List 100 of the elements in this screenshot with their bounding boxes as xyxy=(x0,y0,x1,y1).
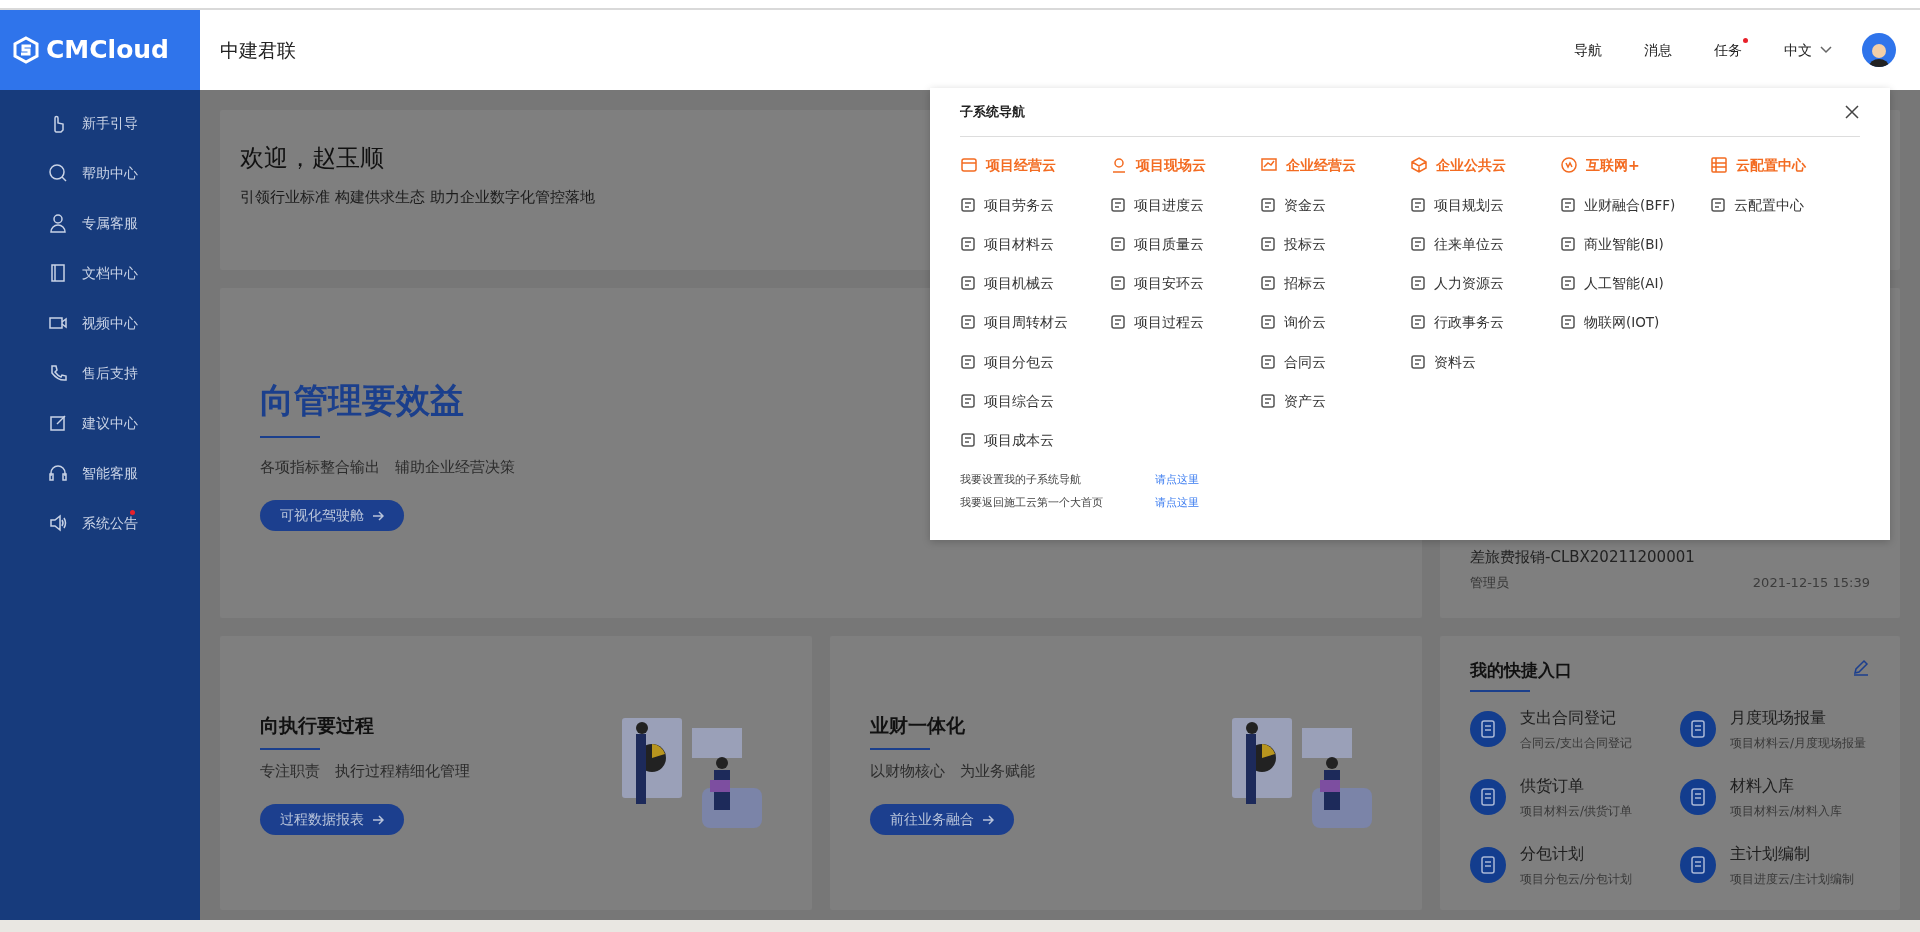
language-dropdown[interactable]: 中文 xyxy=(1784,39,1832,61)
document-icon xyxy=(1470,846,1506,883)
group-title: 企业经营云 xyxy=(1260,154,1410,176)
header-link[interactable]: 任务 xyxy=(1714,39,1742,61)
close-button[interactable] xyxy=(1844,103,1860,120)
subsystem-link[interactable]: 项目成本云 xyxy=(960,430,1110,451)
headset-icon xyxy=(48,463,68,483)
shortcut-path: 项目进度云/主计划编制 xyxy=(1730,870,1855,888)
sidebar-item[interactable]: 系统公告 xyxy=(0,498,200,548)
group-title: 项目经营云 xyxy=(960,154,1110,176)
subsystem-link[interactable]: 项目规划云 xyxy=(1410,194,1560,215)
subsystem-link[interactable]: 云配置中心 xyxy=(1710,194,1860,215)
record-time: 2021-12-15 15:39 xyxy=(1752,573,1870,592)
app-icon xyxy=(1260,235,1276,252)
subsystem-link[interactable]: 资料云 xyxy=(1410,351,1560,372)
sidebar-item[interactable]: 专属客服 xyxy=(0,198,200,248)
shortcut-item[interactable]: 支出合同登记 合同云/支出合同登记 xyxy=(1470,705,1660,752)
subsystem-link[interactable]: 商业智能(BI) xyxy=(1560,233,1710,254)
subsystem-link[interactable]: 合同云 xyxy=(1260,351,1410,372)
app-icon xyxy=(1260,196,1276,213)
cockpit-button[interactable]: 可视化驾驶舱 xyxy=(260,500,404,532)
action-button[interactable]: 前往业务融合 xyxy=(870,804,1014,835)
sidebar-item[interactable]: 帮助中心 xyxy=(0,148,200,198)
shortcut-path: 项目材料云/供货订单 xyxy=(1520,802,1633,820)
subsystem-link[interactable]: 项目进度云 xyxy=(1110,194,1260,215)
subsystem-link[interactable]: 项目分包云 xyxy=(960,351,1110,372)
edit-icon xyxy=(48,413,68,433)
app-icon xyxy=(1560,196,1576,213)
person-icon xyxy=(48,213,68,233)
header-link[interactable]: 导航 xyxy=(1574,39,1602,61)
document-icon xyxy=(1470,710,1506,747)
subsystem-link[interactable]: 投标云 xyxy=(1260,233,1410,254)
notebook-icon xyxy=(48,263,68,283)
sidebar-item[interactable]: 新手引导 xyxy=(0,98,200,148)
sidebar-item[interactable]: 建议中心 xyxy=(0,398,200,448)
edit-icon[interactable] xyxy=(1852,658,1870,676)
app-icon xyxy=(960,275,976,292)
shortcut-item[interactable]: 月度现场报量 项目材料云/月度现场报量 xyxy=(1680,705,1870,752)
subsystem-link[interactable]: 人力资源云 xyxy=(1410,273,1560,294)
subsystem-link[interactable]: 项目劳务云 xyxy=(960,194,1110,215)
subsystem-link[interactable]: 业财融合(BFF) xyxy=(1560,194,1710,215)
card-subtitle: 专注职责 执行过程精细化管理 xyxy=(260,760,470,782)
shortcut-title: 供货订单 xyxy=(1520,774,1585,797)
chart-icon xyxy=(1260,156,1278,174)
logo-text: CMCloud xyxy=(46,34,169,67)
subsystem-link[interactable]: 项目周转材云 xyxy=(960,312,1110,333)
app-icon xyxy=(960,353,976,370)
app-title: 中建君联 xyxy=(220,37,296,63)
subsystem-link[interactable]: 物联网(IOT) xyxy=(1560,312,1710,333)
sidebar-item[interactable]: 智能客服 xyxy=(0,448,200,498)
avatar[interactable] xyxy=(1862,33,1896,67)
app-icon xyxy=(1110,235,1126,252)
speaker-icon xyxy=(48,513,68,533)
link[interactable]: 请点这里 xyxy=(1155,472,1199,489)
app-icon xyxy=(1410,275,1426,292)
app-icon xyxy=(1110,314,1126,331)
subsystem-link[interactable]: 项目过程云 xyxy=(1110,312,1260,333)
card-subtitle: 以财物核心 为业务赋能 xyxy=(870,760,1035,782)
sidebar-item[interactable]: 视频中心 xyxy=(0,298,200,348)
sidebar-item[interactable]: 文档中心 xyxy=(0,248,200,298)
shortcut-title: 主计划编制 xyxy=(1730,842,1811,865)
subsystem-link[interactable]: 询价云 xyxy=(1260,312,1410,333)
subsystem-link[interactable]: 招标云 xyxy=(1260,273,1410,294)
subsystem-link[interactable]: 项目安环云 xyxy=(1110,273,1260,294)
subsystem-link[interactable]: 项目机械云 xyxy=(960,273,1110,294)
hint-text: 我要设置我的子系统导航 xyxy=(960,472,1082,489)
shortcut-path: 合同云/支出合同登记 xyxy=(1520,734,1633,752)
shortcut-item[interactable]: 主计划编制 项目进度云/主计划编制 xyxy=(1680,841,1870,888)
subsystem-link[interactable]: 项目质量云 xyxy=(1110,233,1260,254)
shortcut-item[interactable]: 材料入库 项目材料云/材料入库 xyxy=(1680,773,1870,820)
subsystem-link[interactable]: 项目综合云 xyxy=(960,390,1110,411)
shortcut-item[interactable]: 分包计划 项目分包云/分包计划 xyxy=(1470,841,1660,888)
subsystem-link[interactable]: 项目材料云 xyxy=(960,233,1110,254)
app-icon xyxy=(960,392,976,409)
document-icon xyxy=(1680,710,1716,747)
app-icon xyxy=(1260,314,1276,331)
subsystem-link[interactable]: 资金云 xyxy=(1260,194,1410,215)
app-icon xyxy=(1260,275,1276,292)
shortcut-title: 支出合同登记 xyxy=(1520,706,1617,729)
hero-subtitle: 各项指标整合输出 辅助企业经营决策 xyxy=(260,456,515,478)
shortcut-title: 材料入库 xyxy=(1730,774,1795,797)
group-title: 企业公共云 xyxy=(1410,154,1560,176)
logo-icon xyxy=(12,36,40,64)
shortcut-item[interactable]: 供货订单 项目材料云/供货订单 xyxy=(1470,773,1660,820)
app-icon xyxy=(1260,392,1276,409)
window-icon xyxy=(960,156,978,174)
subsystem-link[interactable]: 资产云 xyxy=(1260,390,1410,411)
header-link[interactable]: 消息 xyxy=(1644,39,1672,61)
app-icon xyxy=(1110,275,1126,292)
record-user: 管理员 xyxy=(1470,573,1509,592)
shortcuts-title: 我的快捷入口 xyxy=(1470,659,1572,682)
caret-icon xyxy=(1820,46,1832,54)
subsystem-link[interactable]: 往来单位云 xyxy=(1410,233,1560,254)
group-title: 互联网+ xyxy=(1560,154,1710,176)
arrow-icon xyxy=(982,814,994,825)
subsystem-link[interactable]: 人工智能(AI) xyxy=(1560,273,1710,294)
sidebar-item[interactable]: 售后支持 xyxy=(0,348,200,398)
subsystem-link[interactable]: 行政事务云 xyxy=(1410,312,1560,333)
action-button[interactable]: 过程数据报表 xyxy=(260,804,404,835)
link[interactable]: 请点这里 xyxy=(1155,494,1199,512)
